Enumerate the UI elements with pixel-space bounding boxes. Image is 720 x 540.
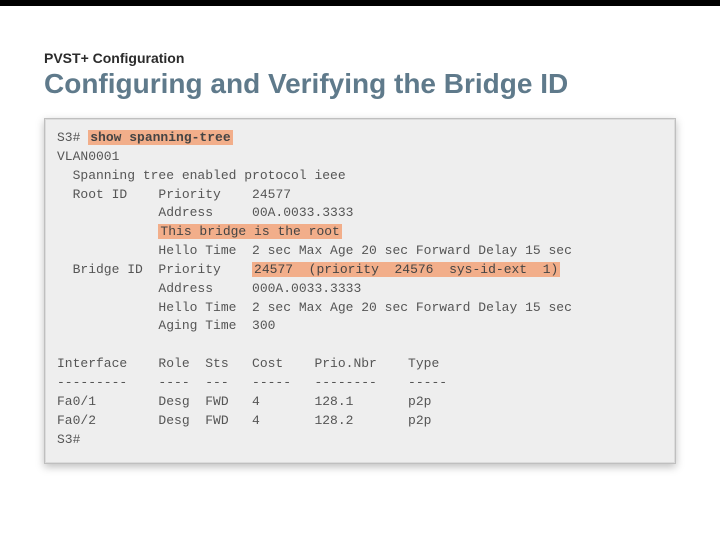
root-note-pad (57, 224, 158, 239)
protocol-line: Spanning tree enabled protocol ieee (57, 168, 346, 183)
slide: PVST+ Configuration Configuring and Veri… (0, 0, 720, 540)
bridge-priority-value: 24577 (priority 24576 sys-id-ext 1) (252, 262, 560, 277)
slide-eyebrow: PVST+ Configuration (44, 50, 676, 66)
root-hello-line: Hello Time 2 sec Max Age 20 sec Forward … (57, 243, 572, 258)
interface-header: Interface Role Sts Cost Prio.Nbr Type (57, 356, 439, 371)
bridge-address-line: Address 000A.0033.3333 (57, 281, 361, 296)
slide-title: Configuring and Verifying the Bridge ID (44, 68, 676, 100)
interface-row-2: Fa0/2 Desg FWD 4 128.2 p2p (57, 413, 431, 428)
root-priority-value: 24577 (252, 187, 291, 202)
terminal-output: S3# show spanning-tree VLAN0001 Spanning… (44, 118, 676, 464)
prompt: S3# (57, 130, 80, 145)
root-bridge-note: This bridge is the root (158, 224, 341, 239)
root-address-line: Address 00A.0033.3333 (57, 205, 353, 220)
bridge-hello-line: Hello Time 2 sec Max Age 20 sec Forward … (57, 300, 572, 315)
root-priority-label: Root ID Priority (57, 187, 252, 202)
bridge-priority-label: Bridge ID Priority (57, 262, 252, 277)
top-accent-bar (0, 0, 720, 6)
end-prompt: S3# (57, 432, 80, 447)
cli-command: show spanning-tree (88, 130, 232, 145)
bridge-aging-line: Aging Time 300 (57, 318, 275, 333)
interface-row-1: Fa0/1 Desg FWD 4 128.1 p2p (57, 394, 431, 409)
vlan-line: VLAN0001 (57, 149, 119, 164)
interface-divider: --------- ---- --- ----- -------- ----- (57, 375, 447, 390)
